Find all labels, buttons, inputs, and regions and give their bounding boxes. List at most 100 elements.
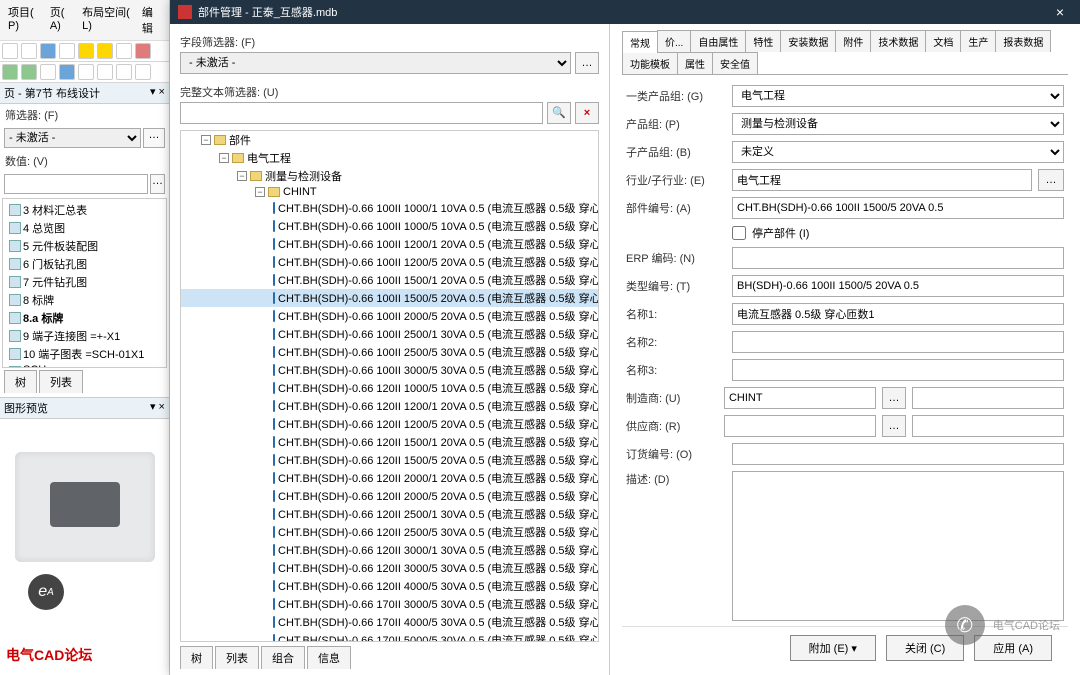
tb-icon[interactable] — [59, 43, 75, 59]
type-input[interactable] — [732, 275, 1064, 297]
parts-tree-node[interactable]: − 部件 — [181, 131, 598, 149]
parts-tree-node[interactable]: − CHINT — [181, 185, 598, 199]
bottom-tab[interactable]: 信息 — [307, 646, 351, 669]
parts-tree-node[interactable]: − 测量与检测设备 — [181, 167, 598, 185]
parts-tree-node[interactable]: CHT.BH(SDH)-0.66 120II 3000/5 30VA 0.5 (… — [181, 559, 598, 577]
tb-icon[interactable] — [116, 64, 132, 80]
menu-layout[interactable]: 布局空间(​L) — [78, 2, 136, 38]
spg-select[interactable]: 未定义 — [732, 141, 1064, 163]
tab-list[interactable]: 列表 — [39, 370, 83, 393]
right-tab[interactable]: 常规 — [622, 31, 658, 53]
values-more-button[interactable]: … — [150, 174, 165, 194]
parts-tree-node[interactable]: CHT.BH(SDH)-0.66 100II 2500/5 30VA 0.5 (… — [181, 343, 598, 361]
parts-tree-node[interactable]: CHT.BH(SDH)-0.66 100II 2500/1 30VA 0.5 (… — [181, 325, 598, 343]
parts-tree-node[interactable]: CHT.BH(SDH)-0.66 120II 1200/1 20VA 0.5 (… — [181, 397, 598, 415]
bottom-tab[interactable]: 组合 — [261, 646, 305, 669]
tab-tree[interactable]: 树 — [4, 370, 37, 393]
disc-checkbox[interactable] — [732, 226, 746, 240]
right-tab[interactable]: 安装数据 — [780, 30, 836, 52]
mfr-input[interactable] — [724, 387, 876, 409]
n3-input[interactable] — [732, 359, 1064, 381]
parts-tree-node[interactable]: CHT.BH(SDH)-0.66 120II 1000/5 10VA 0.5 (… — [181, 379, 598, 397]
n2-input[interactable] — [732, 331, 1064, 353]
tb-icon[interactable] — [135, 43, 151, 59]
tb-icon[interactable] — [97, 64, 113, 80]
pg-select[interactable]: 测量与检测设备 — [732, 113, 1064, 135]
close-icon[interactable]: × — [1048, 4, 1072, 20]
parts-tree-node[interactable]: CHT.BH(SDH)-0.66 170II 4000/5 30VA 0.5 (… — [181, 613, 598, 631]
ind-more-button[interactable]: … — [1038, 169, 1064, 191]
parts-tree-node[interactable]: CHT.BH(SDH)-0.66 120II 1200/5 20VA 0.5 (… — [181, 415, 598, 433]
page-tree-node[interactable]: 6 门板钻孔图 — [5, 255, 164, 273]
parts-tree-node[interactable]: CHT.BH(SDH)-0.66 170II 3000/5 30VA 0.5 (… — [181, 595, 598, 613]
parts-tree-node[interactable]: CHT.BH(SDH)-0.66 100II 3000/5 30VA 0.5 (… — [181, 361, 598, 379]
tb-icon[interactable] — [78, 43, 94, 59]
tb-icon[interactable] — [2, 64, 18, 80]
parts-tree-node[interactable]: CHT.BH(SDH)-0.66 100II 1200/1 20VA 0.5 (… — [181, 235, 598, 253]
right-tab[interactable]: 文档 — [925, 30, 961, 52]
tb-icon[interactable] — [116, 43, 132, 59]
n1-input[interactable] — [732, 303, 1064, 325]
mfr-more-button[interactable]: … — [882, 387, 906, 409]
tb-icon[interactable] — [78, 64, 94, 80]
parts-tree-node[interactable]: CHT.BH(SDH)-0.66 120II 4000/5 30VA 0.5 (… — [181, 577, 598, 595]
page-tree-node[interactable]: 8 标牌 — [5, 291, 164, 309]
filter-more-button[interactable]: … — [143, 128, 165, 148]
tb-icon[interactable] — [2, 43, 18, 59]
right-tab[interactable]: 特性 — [745, 30, 781, 52]
parts-tree-node[interactable]: CHT.BH(SDH)-0.66 170II 5000/5 30VA 0.5 (… — [181, 631, 598, 642]
menu-project[interactable]: 项目(​P) — [4, 2, 44, 38]
page-tree-node[interactable]: 10 端子图表 =SCH-01X1 — [5, 345, 164, 363]
sup-more-button[interactable]: … — [882, 415, 906, 437]
page-tree-node[interactable]: SCH — [5, 363, 164, 368]
tb-icon[interactable] — [59, 64, 75, 80]
page-tree-node[interactable]: 7 元件钻孔图 — [5, 273, 164, 291]
parts-tree-node[interactable]: CHT.BH(SDH)-0.66 120II 2500/5 30VA 0.5 (… — [181, 523, 598, 541]
page-tree-node[interactable]: 5 元件板装配图 — [5, 237, 164, 255]
tb-icon[interactable] — [21, 43, 37, 59]
search-button[interactable]: 🔍 — [547, 102, 571, 124]
sup-input[interactable] — [724, 415, 876, 437]
page-tree[interactable]: 3 材料汇总表4 总览图5 元件板装配图6 门板钻孔图7 元件钻孔图8 标牌8.… — [2, 198, 167, 368]
parts-tree-node[interactable]: CHT.BH(SDH)-0.66 100II 1500/5 20VA 0.5 (… — [181, 289, 598, 307]
right-tab[interactable]: 属性 — [677, 52, 713, 74]
parts-tree-node[interactable]: CHT.BH(SDH)-0.66 120II 2000/5 20VA 0.5 (… — [181, 487, 598, 505]
page-tree-node[interactable]: 8.a 标牌 — [5, 309, 164, 327]
clear-button[interactable]: × — [575, 102, 599, 124]
menu-edit[interactable]: 编辑 — [138, 2, 165, 38]
bottom-tab[interactable]: 树 — [180, 646, 213, 669]
parts-tree-node[interactable]: CHT.BH(SDH)-0.66 100II 1000/1 10VA 0.5 (… — [181, 199, 598, 217]
right-tab[interactable]: 价... — [657, 30, 691, 52]
right-tab[interactable]: 报表数据 — [995, 30, 1051, 52]
desc-textarea[interactable] — [732, 471, 1064, 621]
parts-tree-node[interactable]: − 电气工程 — [181, 149, 598, 167]
tb-icon[interactable] — [40, 43, 56, 59]
bottom-tab[interactable]: 列表 — [215, 646, 259, 669]
filter-select[interactable]: - 未激活 - — [4, 128, 141, 148]
values-input[interactable] — [4, 174, 148, 194]
parts-tree-node[interactable]: CHT.BH(SDH)-0.66 120II 2000/1 20VA 0.5 (… — [181, 469, 598, 487]
text-filter-input[interactable] — [180, 102, 543, 124]
field-filter-select[interactable]: - 未激活 - — [180, 52, 571, 74]
page-tree-node[interactable]: 4 总览图 — [5, 219, 164, 237]
page-tree-node[interactable]: 9 端子连接图 =+-X1 — [5, 327, 164, 345]
parts-tree-node[interactable]: CHT.BH(SDH)-0.66 100II 1200/5 20VA 0.5 (… — [181, 253, 598, 271]
parts-tree-node[interactable]: CHT.BH(SDH)-0.66 120II 1500/5 20VA 0.5 (… — [181, 451, 598, 469]
ind-input[interactable] — [732, 169, 1032, 191]
tb-icon[interactable] — [135, 64, 151, 80]
tb-icon[interactable] — [97, 43, 113, 59]
cat-select[interactable]: 电气工程 — [732, 85, 1064, 107]
right-tab[interactable]: 自由属性 — [690, 30, 746, 52]
right-tab[interactable]: 技术数据 — [870, 30, 926, 52]
page-tree-node[interactable]: 3 材料汇总表 — [5, 201, 164, 219]
field-filter-more-button[interactable]: … — [575, 52, 599, 74]
parts-tree-node[interactable]: CHT.BH(SDH)-0.66 120II 3000/1 30VA 0.5 (… — [181, 541, 598, 559]
preview-menu-icon[interactable]: ▾ × — [150, 400, 165, 416]
parts-tree-node[interactable]: CHT.BH(SDH)-0.66 120II 1500/1 20VA 0.5 (… — [181, 433, 598, 451]
pn-input[interactable] — [732, 197, 1064, 219]
parts-tree-node[interactable]: CHT.BH(SDH)-0.66 100II 1500/1 20VA 0.5 (… — [181, 271, 598, 289]
panel-menu-icon[interactable]: ▾ × — [150, 85, 165, 101]
parts-tree-node[interactable]: CHT.BH(SDH)-0.66 120II 2500/1 30VA 0.5 (… — [181, 505, 598, 523]
extra-button[interactable]: 附加 (E) — [790, 635, 876, 661]
menu-page[interactable]: 页(​A) — [46, 2, 76, 38]
